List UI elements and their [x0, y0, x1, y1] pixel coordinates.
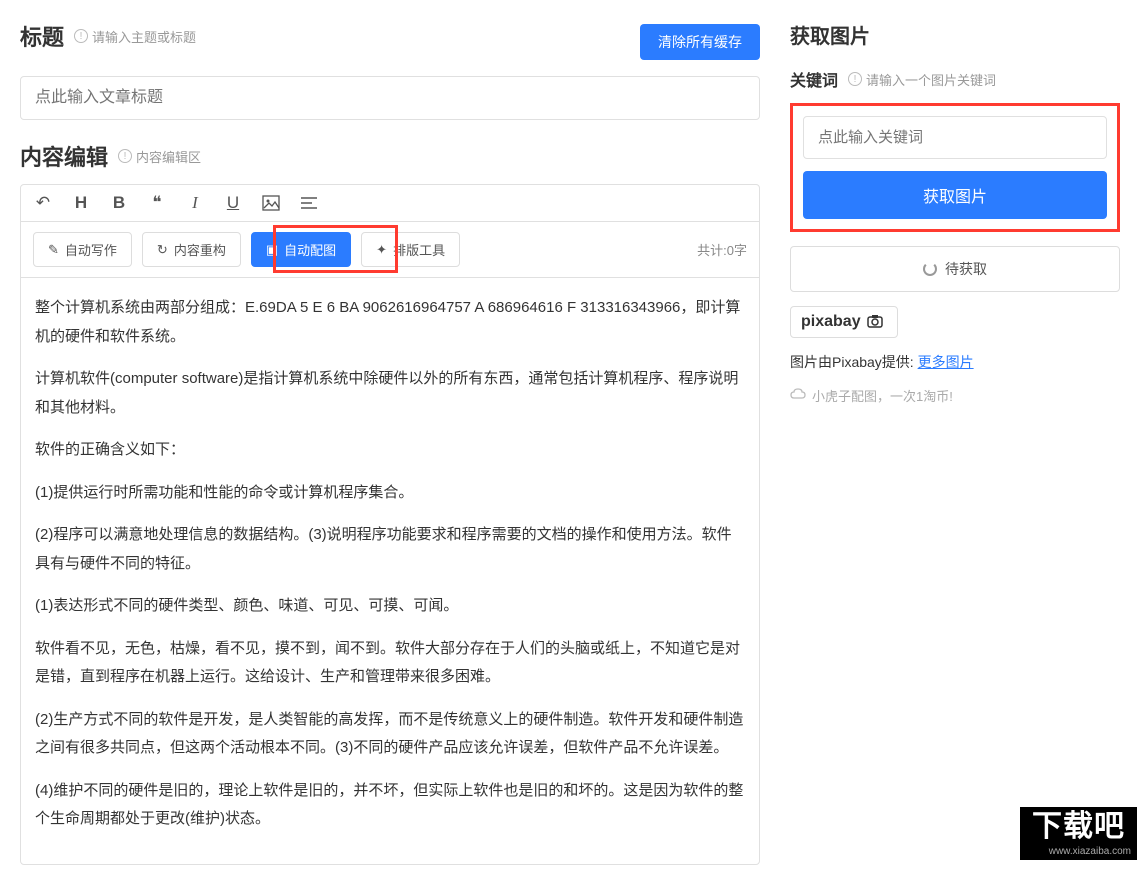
info-icon: !	[118, 149, 132, 163]
watermark: 下载吧 www.xiazaiba.com	[1020, 807, 1137, 860]
paragraph: 计算机软件(computer software)是指计算机系统中除硬件以外的所有…	[35, 365, 745, 422]
info-icon: !	[848, 72, 862, 86]
toolbar: ↶ H B ❝ I U	[21, 185, 759, 222]
pencil-icon: ✎	[48, 242, 59, 258]
clear-cache-button[interactable]: 清除所有缓存	[640, 24, 760, 60]
auto-image-button[interactable]: ▣ 自动配图	[251, 232, 351, 267]
content-hint: ! 内容编辑区	[118, 147, 201, 166]
wand-icon: ✦	[376, 242, 387, 258]
paragraph: 整个计算机系统由两部分组成：E.69DA 5 E 6 BA 9062616964…	[35, 294, 745, 351]
right-panel: 获取图片 关键词 ! 请输入一个图片关键词 获取图片 待获取 pixabay 图…	[790, 20, 1120, 865]
fetch-image-title: 获取图片	[790, 20, 1120, 49]
pixabay-badge: pixabay	[790, 306, 898, 338]
align-icon[interactable]	[299, 193, 319, 213]
picture-icon: ▣	[266, 242, 278, 258]
editor-box: ↶ H B ❝ I U ✎ 自动写作 ↻	[20, 184, 760, 865]
camera-icon	[867, 314, 887, 331]
char-count: 共计:0字	[697, 240, 747, 259]
info-icon: !	[74, 29, 88, 43]
content-area[interactable]: 整个计算机系统由两部分组成：E.69DA 5 E 6 BA 9062616964…	[21, 278, 759, 864]
spinner-icon	[923, 262, 937, 276]
left-panel: 标题 ! 请输入主题或标题 清除所有缓存 内容编辑 ! 内容编辑区 ↶ H B …	[20, 20, 760, 865]
undo-icon[interactable]: ↶	[33, 193, 53, 213]
keyword-highlight-box: 获取图片	[790, 103, 1120, 232]
image-icon[interactable]	[261, 193, 281, 213]
auto-write-button[interactable]: ✎ 自动写作	[33, 232, 132, 267]
footer-note: 小虎子配图，一次1淘币!	[790, 386, 1120, 405]
paragraph: 软件的正确含义如下：	[35, 436, 745, 465]
quote-icon[interactable]: ❝	[147, 193, 167, 213]
keyword-hint: ! 请输入一个图片关键词	[848, 70, 996, 89]
provider-row: 图片由Pixabay提供: 更多图片	[790, 352, 1120, 372]
restructure-button[interactable]: ↻ 内容重构	[142, 232, 241, 267]
underline-icon[interactable]: U	[223, 193, 243, 213]
title-label: 标题	[20, 20, 64, 52]
content-label: 内容编辑	[20, 140, 108, 172]
paragraph: (1)提供运行时所需功能和性能的命令或计算机程序集合。	[35, 479, 745, 508]
cloud-icon	[790, 388, 806, 403]
more-images-link[interactable]: 更多图片	[918, 354, 974, 370]
pending-button[interactable]: 待获取	[790, 246, 1120, 292]
heading-icon[interactable]: H	[71, 193, 91, 213]
keyword-input[interactable]	[803, 116, 1107, 159]
italic-icon[interactable]: I	[185, 193, 205, 213]
layout-tool-button[interactable]: ✦ 排版工具	[361, 232, 460, 267]
paragraph: 软件看不见，无色，枯燥，看不见，摸不到，闻不到。软件大部分存在于人们的头脑或纸上…	[35, 635, 745, 692]
bold-icon[interactable]: B	[109, 193, 129, 213]
refresh-icon: ↻	[157, 242, 168, 258]
title-input[interactable]	[20, 76, 760, 120]
paragraph: (1)表达形式不同的硬件类型、颜色、味道、可见、可摸、可闻。	[35, 592, 745, 621]
action-row: ✎ 自动写作 ↻ 内容重构 ▣ 自动配图 ✦ 排版工具 共计:0字	[21, 222, 759, 278]
paragraph: (4)维护不同的硬件是旧的，理论上软件是旧的，并不坏，但实际上软件也是旧的和坏的…	[35, 777, 745, 834]
fetch-image-button[interactable]: 获取图片	[803, 171, 1107, 219]
paragraph: (2)程序可以满意地处理信息的数据结构。(3)说明程序功能要求和程序需要的文档的…	[35, 521, 745, 578]
keyword-label: 关键词	[790, 67, 838, 91]
title-hint: ! 请输入主题或标题	[74, 27, 196, 46]
paragraph: (2)生产方式不同的软件是开发，是人类智能的高发挥，而不是传统意义上的硬件制造。…	[35, 706, 745, 763]
